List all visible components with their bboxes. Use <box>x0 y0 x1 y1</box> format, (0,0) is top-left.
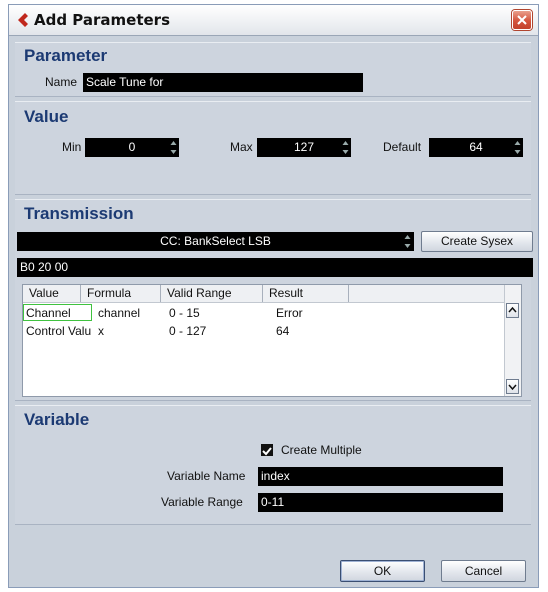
row1-formula[interactable]: channel <box>98 306 140 320</box>
variable-name-label: Variable Name <box>167 469 246 483</box>
create-multiple-label[interactable]: Create Multiple <box>281 443 362 457</box>
default-value: 64 <box>469 140 483 154</box>
default-label: Default <box>383 140 422 154</box>
row1-result: Error <box>276 306 303 320</box>
message-type-dropdown[interactable]: CC: BankSelect LSB <box>17 232 414 251</box>
close-icon <box>517 15 527 25</box>
checkmark-icon <box>262 447 272 456</box>
col-formula-header[interactable]: Formula <box>81 285 161 302</box>
col-value-header[interactable]: Value <box>23 285 81 302</box>
table-scrollbar[interactable] <box>504 285 521 396</box>
title-bar[interactable]: Add Parameters <box>9 5 538 36</box>
row1-value[interactable]: Channel <box>26 306 71 320</box>
close-button[interactable] <box>512 10 532 30</box>
scroll-up-button[interactable] <box>506 303 519 318</box>
value-section: Value Min 0 Max 127 Default 64 <box>15 101 531 195</box>
scroll-down-button[interactable] <box>506 379 519 394</box>
row2-value[interactable]: Control Valu <box>26 324 91 338</box>
default-spinbox[interactable]: 64 <box>429 138 523 157</box>
min-spin-arrows-icon[interactable] <box>170 140 177 155</box>
col-result-header[interactable]: Result <box>263 285 349 302</box>
name-label: Name <box>45 75 78 89</box>
create-sysex-button[interactable]: Create Sysex <box>421 231 533 252</box>
max-spinbox[interactable]: 127 <box>257 138 351 157</box>
transmission-section: Transmission CC: BankSelect LSB Create S… <box>15 199 533 401</box>
row2-range[interactable]: 0 - 127 <box>169 324 206 338</box>
name-field[interactable]: Scale Tune for <box>83 73 363 92</box>
min-label: Min <box>62 140 82 154</box>
row2-result: 64 <box>276 324 290 338</box>
message-type-value: CC: BankSelect LSB <box>160 234 271 248</box>
variable-section: Variable Create Multiple Variable Name i… <box>15 405 531 525</box>
table-header: Value Formula Valid Range Result <box>23 285 512 303</box>
cancel-button[interactable]: Cancel <box>441 560 526 582</box>
window-title: Add Parameters <box>34 11 171 29</box>
variable-name-field[interactable]: index <box>258 467 503 486</box>
parameter-heading: Parameter <box>24 46 108 65</box>
variable-range-field[interactable]: 0-11 <box>258 493 503 512</box>
transmission-heading: Transmission <box>24 204 134 223</box>
ok-button[interactable]: OK <box>340 560 425 582</box>
row2-formula[interactable]: x <box>98 324 104 338</box>
hex-value-field[interactable]: B0 20 00 <box>17 258 533 277</box>
value-heading: Value <box>24 107 69 126</box>
cubase-app-icon <box>18 13 28 27</box>
variable-range-label: Variable Range <box>161 495 243 509</box>
min-value: 0 <box>128 140 136 154</box>
col-valid-range-header[interactable]: Valid Range <box>161 285 263 302</box>
max-value: 127 <box>293 140 315 154</box>
max-label: Max <box>230 140 253 154</box>
parameter-section: Parameter Name Scale Tune for <box>15 42 531 97</box>
max-spin-arrows-icon[interactable] <box>342 140 349 155</box>
variable-heading: Variable <box>24 410 90 429</box>
create-multiple-checkbox[interactable] <box>261 444 273 456</box>
default-spin-arrows-icon[interactable] <box>514 140 521 155</box>
scroll-down-icon <box>508 384 517 391</box>
scroll-up-icon <box>508 306 517 313</box>
transmission-table: Value Formula Valid Range Result Channel… <box>22 284 522 397</box>
min-spinbox[interactable]: 0 <box>85 138 179 157</box>
add-parameters-dialog: Add Parameters Parameter Name Scale Tune… <box>8 4 539 588</box>
row1-range[interactable]: 0 - 15 <box>169 306 200 320</box>
dropdown-arrows-icon <box>404 235 411 248</box>
